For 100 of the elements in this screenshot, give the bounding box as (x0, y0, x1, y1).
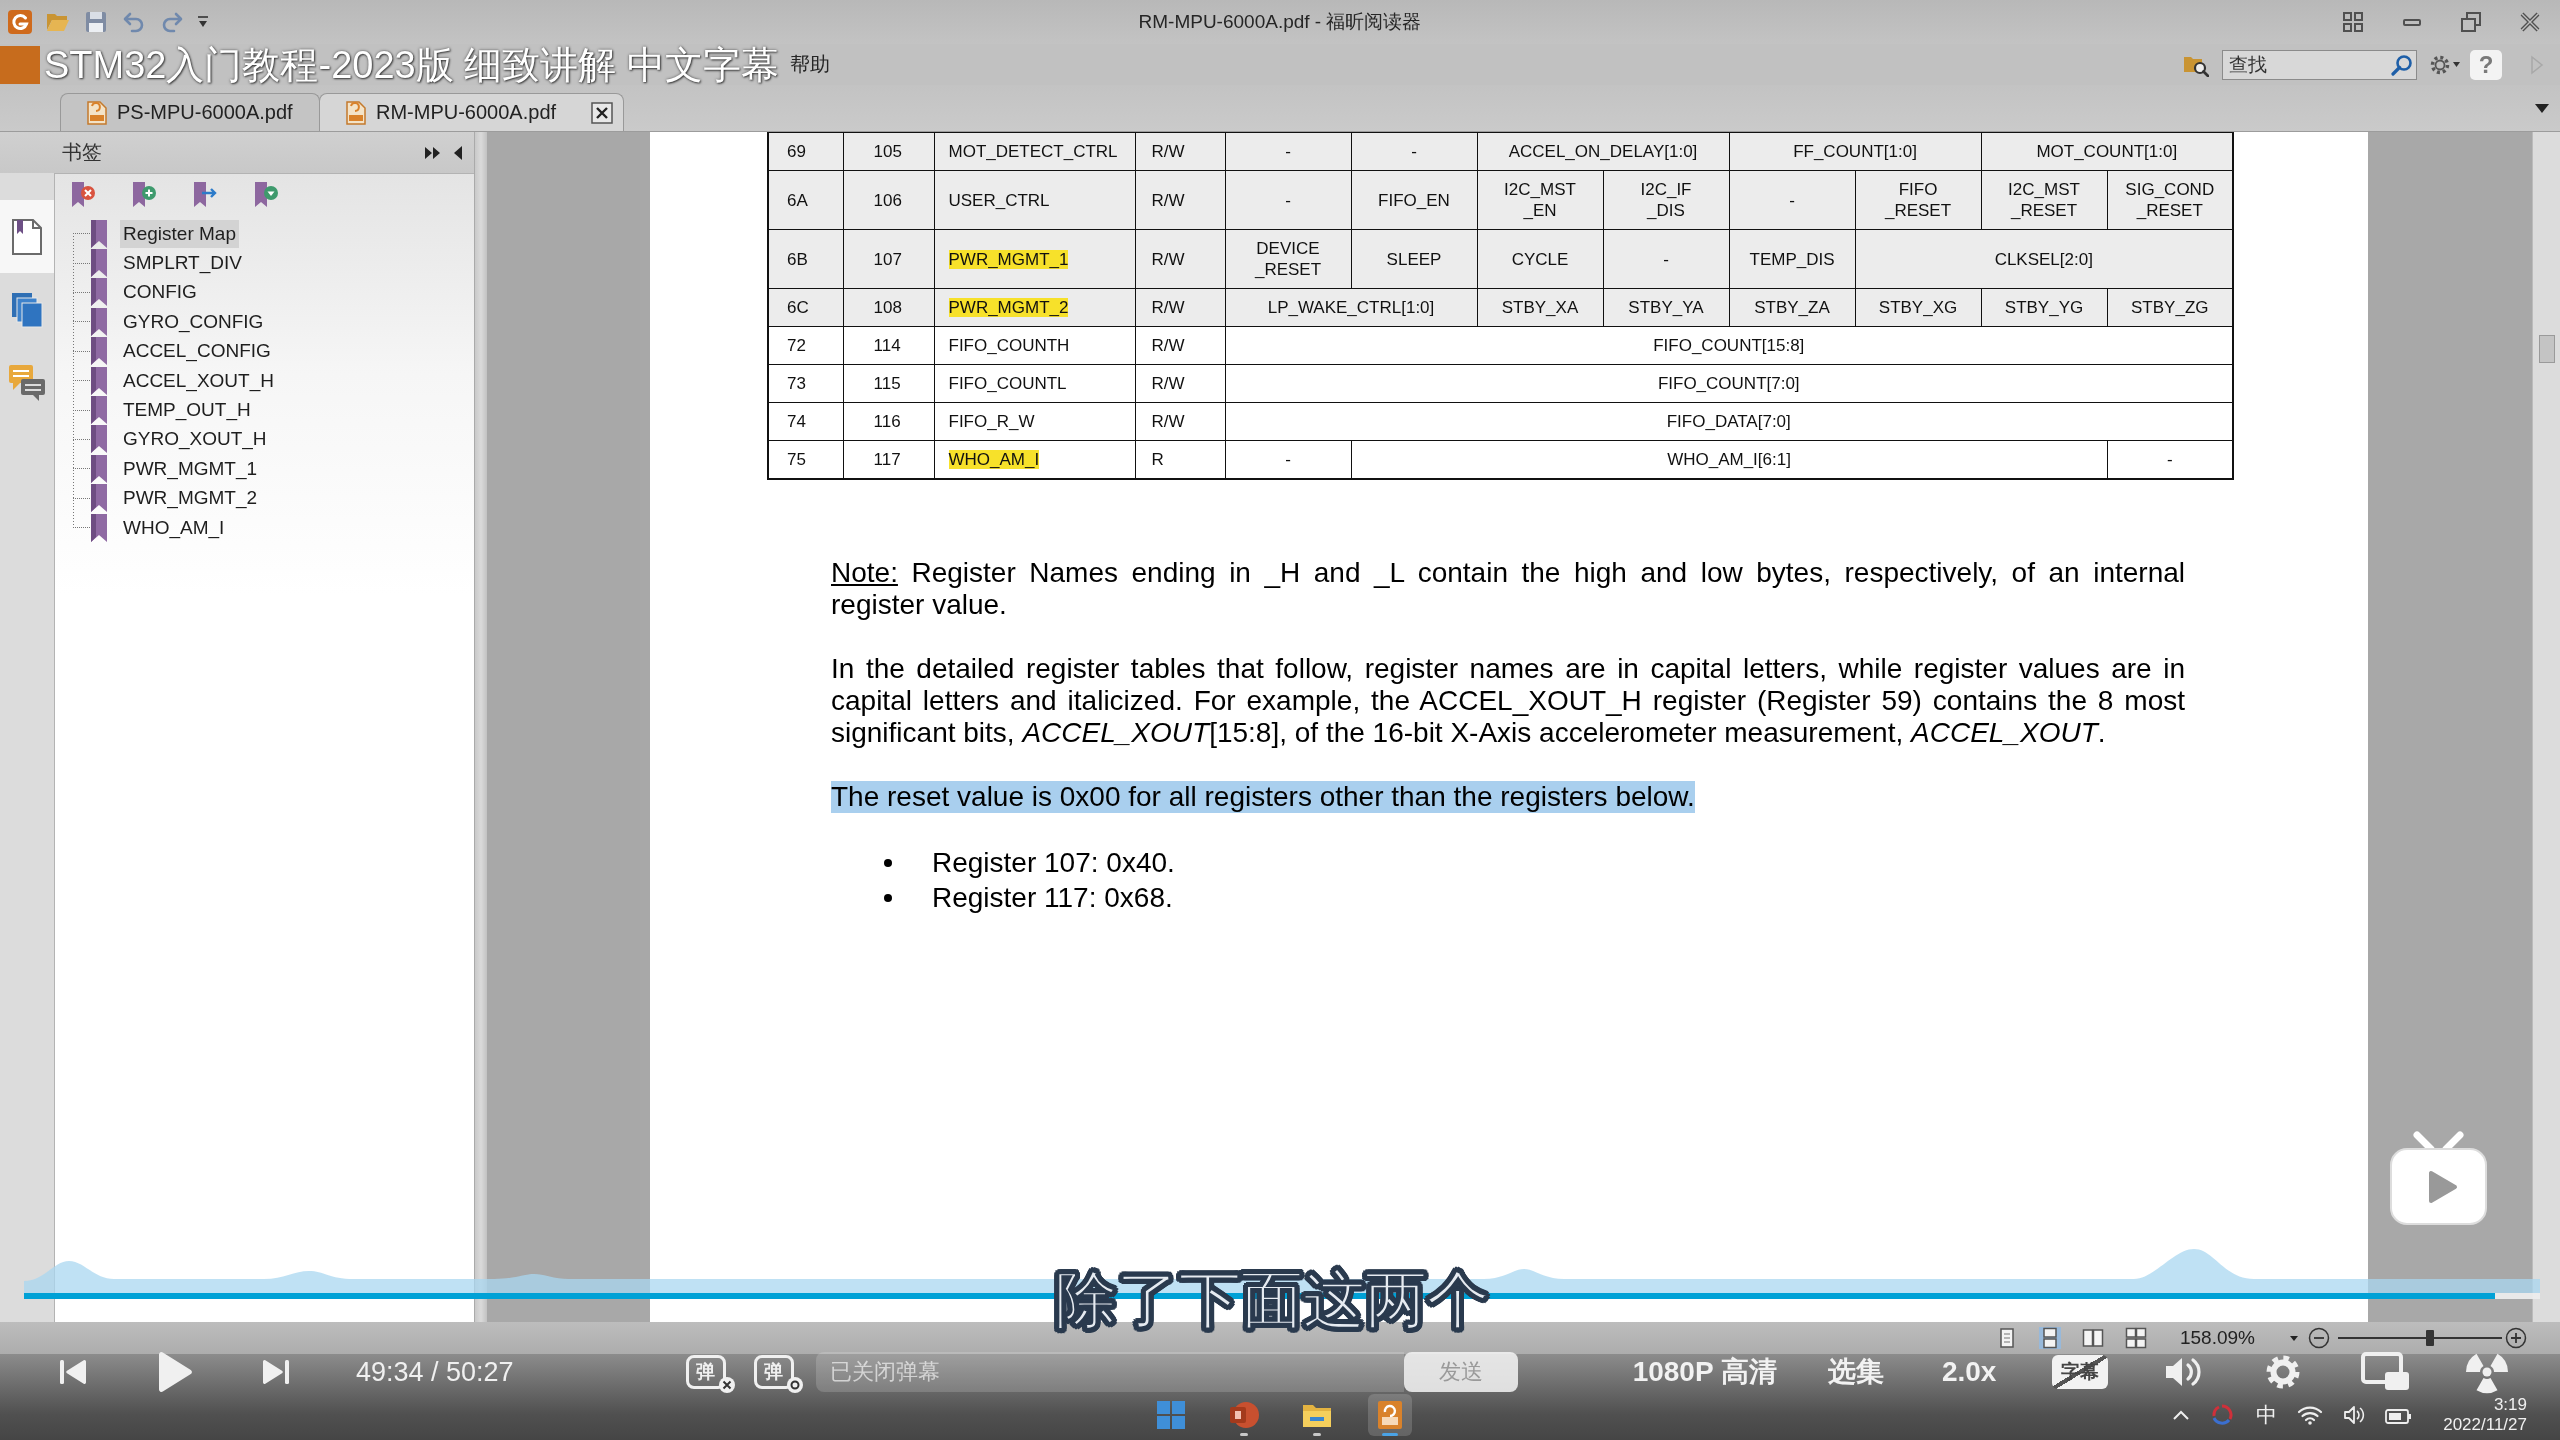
settings-icon[interactable] (2429, 53, 2451, 76)
clock-date[interactable]: 2022/11/27 (2443, 1415, 2527, 1435)
app-logo-icon[interactable] (8, 10, 32, 34)
list-item-text: Register 107: 0x40. (932, 846, 1175, 879)
episodes-button[interactable]: 选集 (1827, 1353, 1884, 1391)
start-grid-icon[interactable] (1155, 1400, 1186, 1430)
table-cell: 108 (843, 288, 934, 327)
search-icon[interactable] (2391, 53, 2413, 76)
scrollbar[interactable] (2532, 132, 2560, 1322)
table-cell: CYCLE (1477, 229, 1603, 289)
speed-button[interactable]: 2.0x (1941, 1356, 1997, 1388)
bookmark-item[interactable]: ACCEL_XOUT_H (120, 366, 277, 395)
picture-in-picture-icon[interactable] (2361, 1352, 2412, 1392)
document-tab[interactable]: PS-MPU-6000A.pdf (60, 93, 320, 131)
table-cell: 6C (768, 288, 843, 327)
taskbar-app-button[interactable] (1367, 1394, 1412, 1436)
bookmark-icon (90, 366, 108, 395)
slides-app-icon[interactable] (1228, 1400, 1259, 1430)
continuous-pages-icon[interactable] (2039, 1327, 2061, 1349)
bookmark-item[interactable]: PWR_MGMT_1 (120, 454, 261, 483)
table-cell: - (1225, 170, 1351, 230)
window-title: RM-MPU-6000A.pdf - 福昕阅读器 (1138, 10, 1422, 34)
bookmark-delete-icon[interactable] (70, 181, 96, 209)
table-cell: 106 (843, 170, 934, 230)
search-field[interactable]: 查找 (2222, 49, 2417, 80)
clock-time[interactable]: 3:19 (2493, 1395, 2527, 1415)
dropdown-arrow-icon[interactable] (2290, 1335, 2298, 1341)
double-arrow-icon[interactable] (425, 146, 441, 159)
ring-badge-icon (785, 1376, 804, 1394)
bookmark-icon (90, 337, 108, 366)
table-cell: 6B (768, 229, 843, 289)
help-button[interactable]: ? (2470, 49, 2502, 80)
restore-icon[interactable] (2460, 11, 2482, 33)
four-pages-icon[interactable] (2125, 1327, 2147, 1349)
bookmark-add-icon[interactable] (131, 181, 157, 209)
document-tab[interactable]: RM-MPU-6000A.pdf (319, 93, 624, 131)
input-method-indicator[interactable]: 中 (2256, 1401, 2278, 1429)
table-cell: STBY_XG (1855, 288, 1981, 327)
next-icon[interactable] (261, 1357, 289, 1387)
body-text: The reset value is 0x00 for all registers other than the registers below. (831, 781, 1695, 813)
volume-icon[interactable] (2163, 1355, 2204, 1389)
table-cell: R/W (1135, 364, 1225, 403)
off-badge-icon (717, 1376, 736, 1394)
customize-arrow-icon[interactable] (198, 16, 208, 28)
table-cell: 69 (768, 132, 843, 171)
bookmark-item[interactable]: WHO_AM_I (120, 513, 228, 542)
bookmark-item[interactable]: SMPLRT_DIV (120, 249, 245, 278)
close-icon[interactable] (591, 101, 613, 124)
pages-icon[interactable] (11, 291, 43, 328)
bookmark-expand-icon[interactable] (253, 181, 279, 209)
dropdown-arrow-icon[interactable] (2535, 103, 2549, 113)
bookmark-icon (90, 425, 108, 454)
bookmark-item[interactable]: GYRO_XOUT_H (120, 425, 270, 454)
bookmark-page-icon[interactable] (11, 217, 43, 256)
bookmark-move-icon[interactable] (192, 181, 218, 209)
register-name: FIFO_COUNTH (948, 336, 1070, 355)
zoom-out-icon[interactable] (2308, 1327, 2330, 1349)
chevron-up-icon[interactable] (2172, 1409, 2191, 1421)
table-cell: 114 (843, 326, 934, 365)
menu-item[interactable]: 帮助 (790, 51, 830, 78)
table-cell: 74 (768, 402, 843, 441)
bookmark-icon (90, 278, 108, 307)
grid-icon[interactable] (2342, 11, 2364, 33)
pdf-file-icon (346, 100, 366, 125)
table-cell: 115 (843, 364, 934, 403)
bookmark-item[interactable]: PWR_MGMT_2 (120, 484, 261, 513)
wifi-icon[interactable] (2297, 1405, 2324, 1425)
bookmark-item[interactable]: GYRO_CONFIG (120, 307, 267, 336)
bullet-icon (884, 893, 892, 902)
slider-thumb[interactable] (2425, 1330, 2434, 1346)
list-item-text: Register 117: 0x68. (932, 881, 1173, 914)
bookmark-item[interactable]: CONFIG (120, 278, 200, 307)
table-cell: 116 (843, 402, 934, 441)
sidebar-tab[interactable] (0, 200, 54, 273)
bookmark-item[interactable]: Register Map (120, 219, 239, 248)
register-name: USER_CTRL (948, 190, 1050, 210)
bookmark-item[interactable]: ACCEL_CONFIG (120, 337, 274, 366)
register-name: FIFO_COUNTL (948, 374, 1067, 393)
pdf-file-icon (87, 100, 107, 125)
bookmark-icon (90, 396, 108, 425)
dropdown-arrow-icon[interactable] (2453, 62, 2460, 67)
table-cell: 73 (768, 364, 843, 403)
scrollbar-thumb[interactable] (2538, 335, 2555, 363)
left-arrow-icon[interactable] (454, 145, 462, 160)
previous-icon[interactable] (60, 1357, 88, 1387)
speaker-icon[interactable] (2343, 1405, 2366, 1425)
table-cell: I2C_MST _EN (1477, 170, 1603, 230)
bookmark-icon (90, 219, 108, 248)
comments-icon[interactable] (8, 363, 46, 402)
video-title: STM32入门教程-2023版 细致讲解 中文字幕 (44, 45, 779, 85)
table-cell: 107 (843, 229, 934, 289)
two-pages-icon[interactable] (2082, 1327, 2104, 1349)
table-cell: 105 (843, 132, 934, 171)
table-cell: R/W (1135, 132, 1225, 171)
quality-button[interactable]: 1080P 高清 (1632, 1353, 1777, 1391)
body-text: In the detailed register tables that follow, register names are in capital letters, while register values are in capital letters and italicized. For example, the ACCEL_XOUT_H register (Register 59) contains the 8 most significant bits, ACCEL_XOUT[15:8], of the 16-bit X-Axis accelerometer measurement, ACCEL_XOUT. (831, 653, 2185, 749)
tv-play-icon[interactable] (2387, 1131, 2490, 1228)
bookmark-item[interactable]: TEMP_OUT_H (120, 396, 254, 425)
zoom-in-icon[interactable] (2505, 1327, 2527, 1349)
save-icon[interactable] (84, 10, 108, 34)
